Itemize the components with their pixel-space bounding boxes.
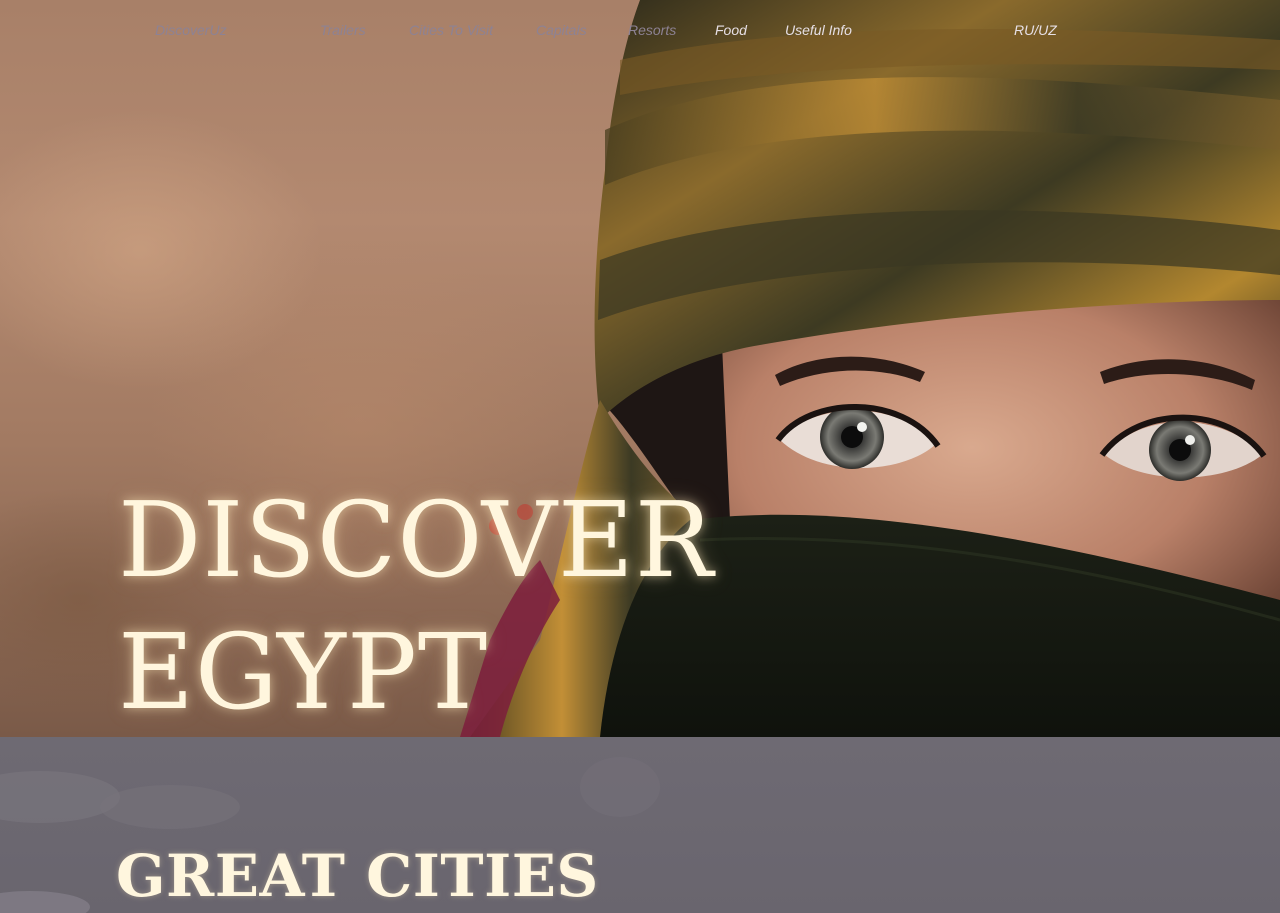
nav-link-trailers[interactable]: Trailers <box>320 22 366 38</box>
hero-title-line-1: DISCOVER <box>118 479 715 601</box>
language-switch-link[interactable]: RU/UZ <box>1014 22 1057 38</box>
nav-link-resorts[interactable]: Resorts <box>628 22 676 38</box>
hero-title-line-2: EGYPT <box>118 611 489 733</box>
brand-link[interactable]: DiscoverUz <box>155 22 227 38</box>
hero-title: DISCOVER EGYPT <box>118 474 758 737</box>
great-cities-section: GREAT CITIES <box>0 737 1280 913</box>
nav-link-capitals[interactable]: Capitals <box>536 22 587 38</box>
nav-link-cities-to-visit[interactable]: Cities To Visit <box>409 22 493 38</box>
nav-link-food[interactable]: Food <box>715 22 747 38</box>
nav-link-useful-info[interactable]: Useful Info <box>785 22 852 38</box>
section-title: GREAT CITIES <box>116 842 599 910</box>
hero-section: DiscoverUz Trailers Cities To Visit Capi… <box>0 0 1280 737</box>
top-navigation: DiscoverUz Trailers Cities To Visit Capi… <box>0 0 1280 62</box>
